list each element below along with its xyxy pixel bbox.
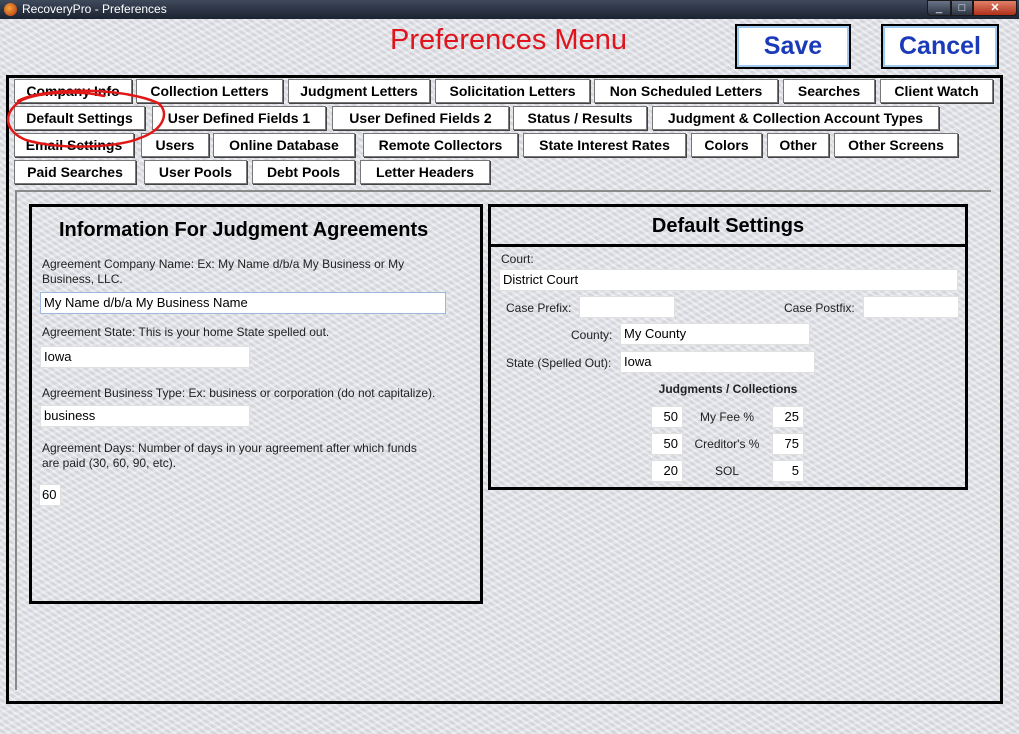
company-name-label: Agreement Company Name: Ex: My Name d/b/… [42,257,405,286]
case-prefix-label: Case Prefix: [506,301,572,315]
county-label: County: [571,328,613,342]
tab-company-info[interactable]: Company Info [14,79,132,103]
panel-divider [491,244,965,247]
tab-user-pools[interactable]: User Pools [144,160,247,184]
default-settings-panel: Default Settings Court: District Court C… [488,204,968,490]
tab-debt-pools[interactable]: Debt Pools [252,160,355,184]
tab-user-defined-fields-2[interactable]: User Defined Fields 2 [332,106,509,130]
sol-label: SOL [714,464,739,478]
tab-online-database[interactable]: Online Database [213,133,355,157]
tab-judgment-letters[interactable]: Judgment Letters [288,79,430,103]
case-prefix-field[interactable] [579,296,675,318]
sol-collection-field[interactable]: 5 [772,460,804,482]
tab-paid-searches[interactable]: Paid Searches [14,160,136,184]
county-field[interactable]: My County [620,323,810,345]
tab-state-interest-rates[interactable]: State Interest Rates [523,133,686,157]
tab-user-defined-fields-1[interactable]: User Defined Fields 1 [152,106,326,130]
close-icon[interactable]: ✕ [973,0,1017,16]
tab-remote-collectors[interactable]: Remote Collectors [363,133,518,157]
window-controls: _ □ ✕ [927,0,1017,17]
tab-colors[interactable]: Colors [691,133,762,157]
tab-client-watch[interactable]: Client Watch [880,79,993,103]
tab-users[interactable]: Users [141,133,209,157]
court-label: Court: [501,252,534,266]
agreement-state-label: Agreement State: This is your home State… [42,325,330,339]
judgment-agreement-panel: Information For Judgment Agreements Agre… [29,204,483,604]
fee-judgment-field[interactable]: 50 [651,406,683,428]
tab-searches[interactable]: Searches [783,79,875,103]
tab-email-settings[interactable]: Email Settings [14,133,134,157]
minimize-icon[interactable]: _ [927,0,951,16]
agreement-days-field[interactable]: 60 [39,484,61,506]
case-postfix-field[interactable] [863,296,959,318]
cancel-button[interactable]: Cancel [881,24,999,69]
state-spelled-label: State (Spelled Out): [506,356,612,370]
agreement-state-field[interactable]: Iowa [40,346,250,368]
window-title: RecoveryPro - Preferences [22,2,167,16]
tab-solicitation-letters[interactable]: Solicitation Letters [435,79,590,103]
business-type-field[interactable]: business [40,405,250,427]
fee-label: My Fee % [699,410,754,424]
save-button[interactable]: Save [735,24,851,69]
judgments-collections-heading: Judgments / Collections [658,382,798,396]
tab-judgment-collection-account-types[interactable]: Judgment & Collection Account Types [652,106,939,130]
case-postfix-label: Case Postfix: [784,301,855,315]
creditor-judgment-field[interactable]: 50 [651,433,683,455]
tab-non-scheduled-letters[interactable]: Non Scheduled Letters [594,79,778,103]
state-spelled-field[interactable]: Iowa [620,351,815,373]
tab-collection-letters[interactable]: Collection Letters [136,79,283,103]
tab-other[interactable]: Other [767,133,829,157]
agreement-days-label: Agreement Days: Number of days in your a… [42,441,417,470]
fee-collection-field[interactable]: 25 [772,406,804,428]
tab-status-results[interactable]: Status / Results [513,106,647,130]
judgment-panel-title: Information For Judgment Agreements [59,219,429,241]
sol-judgment-field[interactable]: 20 [651,460,683,482]
court-field[interactable]: District Court [499,269,958,291]
tab-other-screens[interactable]: Other Screens [834,133,958,157]
tab-letter-headers[interactable]: Letter Headers [360,160,490,184]
company-name-field[interactable]: My Name d/b/a My Business Name [40,292,446,314]
creditor-collection-field[interactable]: 75 [772,433,804,455]
page-title: Preferences Menu [390,24,627,56]
creditor-label: Creditor's % [694,437,760,451]
app-icon [4,3,17,16]
tab-default-settings[interactable]: Default Settings [14,106,145,130]
default-settings-title: Default Settings [651,215,805,237]
business-type-label: Agreement Business Type: Ex: business or… [42,386,436,400]
maximize-icon[interactable]: □ [951,0,973,16]
window-titlebar: RecoveryPro - Preferences _ □ ✕ [0,0,1019,19]
